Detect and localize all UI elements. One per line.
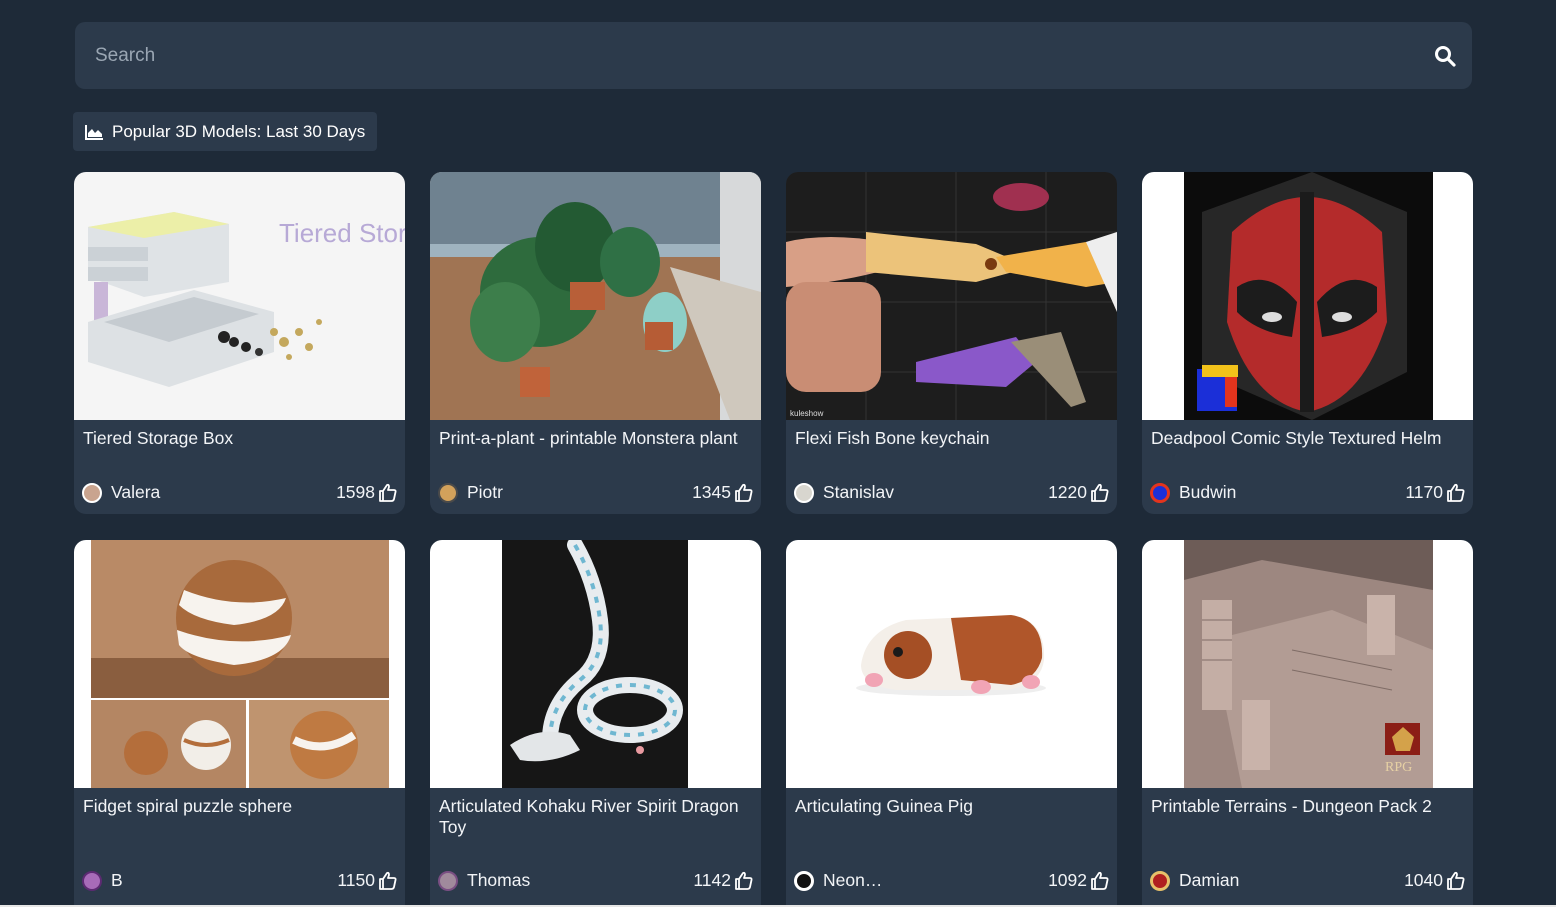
- author-name[interactable]: Valera: [111, 482, 336, 503]
- model-thumbnail[interactable]: [430, 540, 761, 788]
- model-thumbnail[interactable]: [1142, 172, 1473, 420]
- like-count: 1170: [1405, 482, 1465, 503]
- search-icon[interactable]: [1434, 45, 1456, 67]
- avatar[interactable]: [794, 870, 814, 891]
- avatar[interactable]: [1150, 482, 1170, 503]
- author-name[interactable]: B: [111, 870, 337, 891]
- thumbs-up-icon[interactable]: [735, 871, 753, 890]
- model-title[interactable]: Printable Terrains - Dungeon Pack 2: [1151, 796, 1469, 817]
- like-count: 1142: [693, 870, 753, 891]
- search-input[interactable]: [75, 22, 1415, 89]
- like-count: 1150: [337, 870, 397, 891]
- author-name[interactable]: Damian: [1179, 870, 1404, 891]
- model-thumbnail[interactable]: Tiered Storage Box: [74, 172, 405, 420]
- model-card[interactable]: RPG Printable Terrains - Dungeon Pack 2 …: [1142, 540, 1473, 907]
- model-title[interactable]: Deadpool Comic Style Textured Helm: [1151, 428, 1469, 449]
- like-count-value: 1040: [1404, 870, 1443, 890]
- section-label: Popular 3D Models: Last 30 Days: [112, 121, 366, 141]
- thumbs-up-icon[interactable]: [1447, 483, 1465, 502]
- model-card[interactable]: Print-a-plant - printable Monstera plant…: [430, 172, 761, 514]
- model-thumbnail[interactable]: [74, 540, 405, 788]
- model-card[interactable]: Articulating Guinea Pig Neon… 1092: [786, 540, 1117, 907]
- model-title[interactable]: Fidget spiral puzzle sphere: [83, 796, 401, 817]
- thumbnail-watermark: RPG: [1385, 760, 1412, 775]
- author-name[interactable]: Thomas: [467, 870, 693, 891]
- author-row: B 1150: [82, 870, 397, 891]
- model-title[interactable]: Flexi Fish Bone keychain: [795, 428, 1113, 449]
- thumbs-up-icon[interactable]: [1091, 871, 1109, 890]
- like-count-value: 1598: [336, 482, 375, 502]
- model-title[interactable]: Print-a-plant - printable Monstera plant: [439, 428, 757, 449]
- author-row: Piotr 1345: [438, 482, 753, 503]
- avatar[interactable]: [794, 482, 814, 503]
- search-bar: [75, 22, 1472, 89]
- author-row: Damian 1040: [1150, 870, 1465, 891]
- like-count-value: 1170: [1405, 482, 1443, 502]
- author-row: Thomas 1142: [438, 870, 753, 891]
- model-title[interactable]: Articulating Guinea Pig: [795, 796, 1113, 817]
- like-count-value: 1150: [337, 870, 375, 890]
- like-count: 1092: [1048, 870, 1109, 891]
- author-name[interactable]: Piotr: [467, 482, 692, 503]
- model-thumbnail[interactable]: [786, 540, 1117, 788]
- author-name[interactable]: Stanislav: [823, 482, 1048, 503]
- avatar[interactable]: [438, 482, 458, 503]
- thumbs-up-icon[interactable]: [735, 483, 753, 502]
- model-title[interactable]: Articulated Kohaku River Spirit Dragon T…: [439, 796, 757, 838]
- like-count-value: 1092: [1048, 870, 1087, 890]
- like-count: 1598: [336, 482, 397, 503]
- like-count-value: 1220: [1048, 482, 1087, 502]
- avatar[interactable]: [82, 482, 102, 503]
- model-thumbnail[interactable]: RPG: [1142, 540, 1473, 788]
- thumbs-up-icon[interactable]: [1447, 871, 1465, 890]
- like-count-value: 1345: [692, 482, 731, 502]
- like-count: 1040: [1404, 870, 1465, 891]
- like-count-value: 1142: [693, 870, 731, 890]
- author-name[interactable]: Budwin: [1179, 482, 1405, 503]
- model-card[interactable]: Fidget spiral puzzle sphere B 1150: [74, 540, 405, 907]
- model-card[interactable]: Articulated Kohaku River Spirit Dragon T…: [430, 540, 761, 907]
- model-card[interactable]: kuleshow Flexi Fish Bone keychain Stanis…: [786, 172, 1117, 514]
- area-chart-icon: [85, 124, 103, 140]
- thumbs-up-icon[interactable]: [379, 483, 397, 502]
- thumbs-up-icon[interactable]: [1091, 483, 1109, 502]
- author-row: Valera 1598: [82, 482, 397, 503]
- like-count: 1220: [1048, 482, 1109, 503]
- thumbs-up-icon[interactable]: [379, 871, 397, 890]
- thumbnail-watermark: kuleshow: [790, 409, 824, 418]
- author-row: Neon… 1092: [794, 870, 1109, 891]
- section-tag[interactable]: Popular 3D Models: Last 30 Days: [73, 112, 378, 151]
- model-thumbnail[interactable]: kuleshow: [786, 172, 1117, 420]
- thumbnail-watermark: Tiered Storage Box: [279, 218, 405, 248]
- model-card[interactable]: Deadpool Comic Style Textured Helm Budwi…: [1142, 172, 1473, 514]
- avatar[interactable]: [438, 870, 458, 891]
- model-card[interactable]: Tiered Storage Box Tiered Storage Box Va…: [74, 172, 405, 514]
- author-name[interactable]: Neon…: [823, 870, 1048, 891]
- model-title[interactable]: Tiered Storage Box: [83, 428, 401, 449]
- author-row: Budwin 1170: [1150, 482, 1465, 503]
- model-thumbnail[interactable]: [430, 172, 761, 420]
- like-count: 1345: [692, 482, 753, 503]
- author-row: Stanislav 1220: [794, 482, 1109, 503]
- avatar[interactable]: [82, 870, 102, 891]
- avatar[interactable]: [1150, 870, 1170, 891]
